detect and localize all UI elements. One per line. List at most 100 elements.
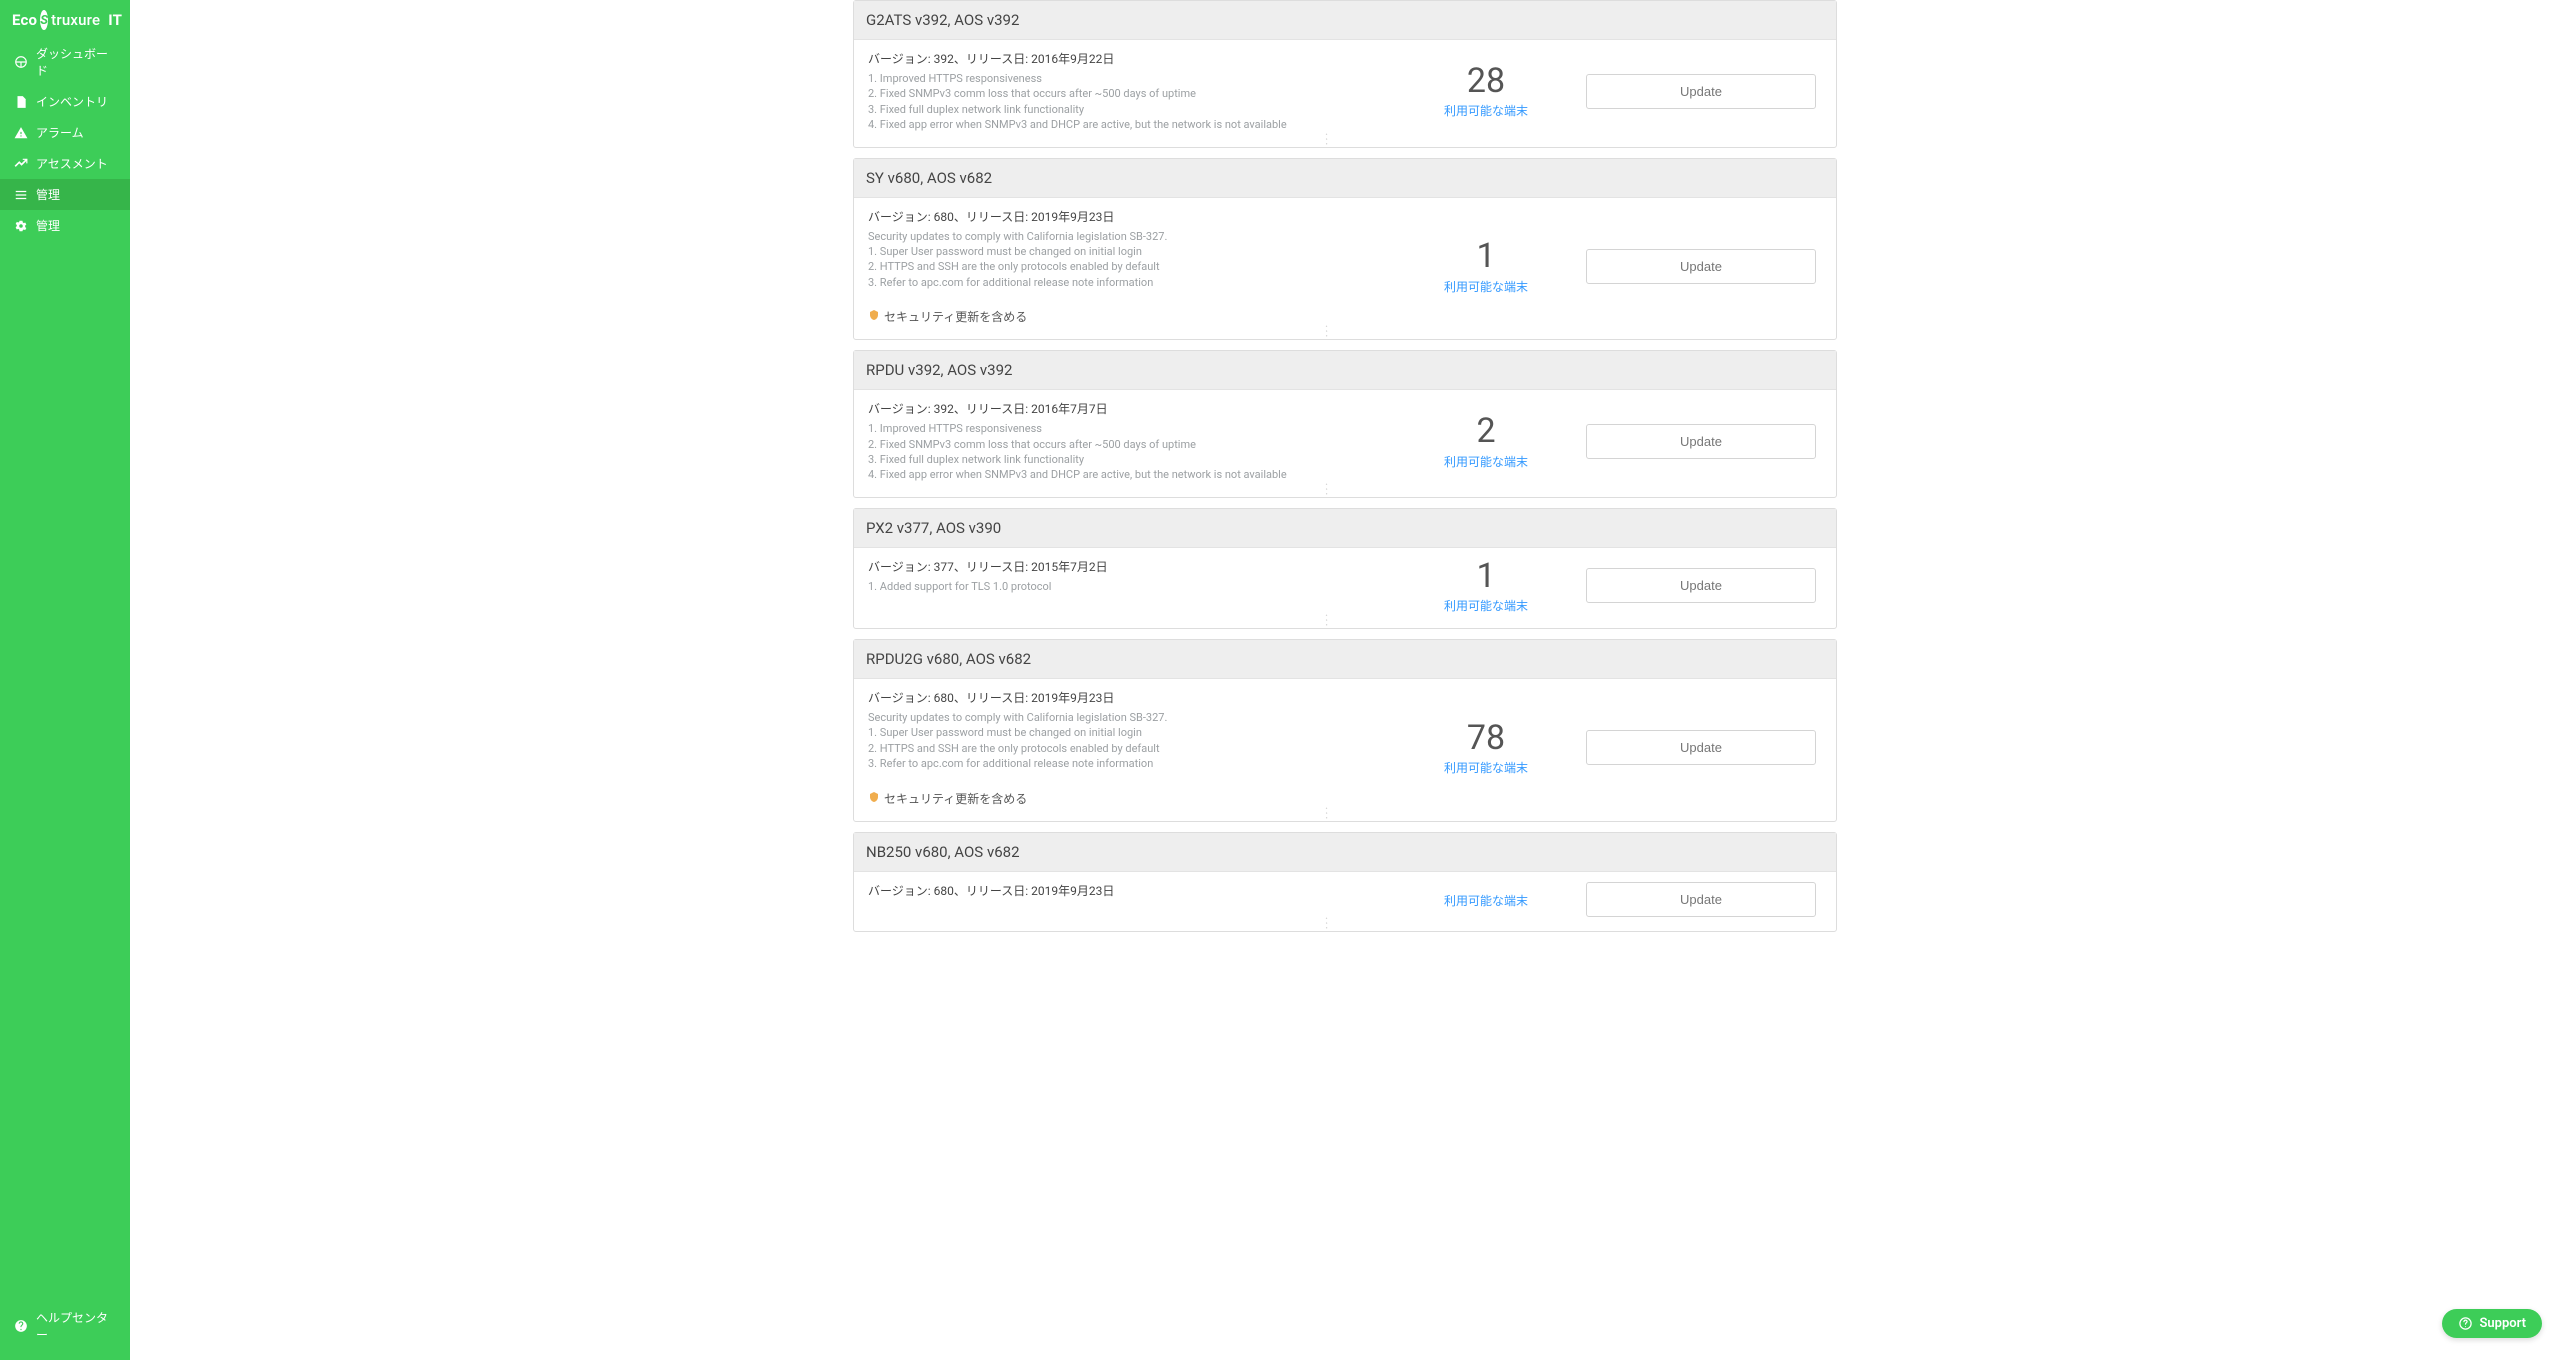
available-count-block: 78 利用可能な端末 <box>1406 689 1566 807</box>
sidebar: Eco S truxure IT ダッシュボード インベントリ アラーム アセス… <box>0 0 130 1360</box>
resize-handle-icon[interactable]: ⋰ <box>1320 324 1335 339</box>
security-label: セキュリティ更新を含める <box>884 308 1027 325</box>
version-line: バージョン: 377、リリース日: 2015年7月2日 <box>868 558 1406 575</box>
card-action: Update <box>1566 882 1816 917</box>
sidebar-label: ヘルプセンター <box>36 1309 116 1343</box>
sidebar-item-help[interactable]: ヘルプセンター <box>0 1302 130 1350</box>
card-body: バージョン: 680、リリース日: 2019年9月23日 Security upd… <box>854 679 1836 821</box>
resize-handle-icon[interactable]: ⋰ <box>1320 132 1335 147</box>
card-info: バージョン: 392、リリース日: 2016年7月7日 1. Improved H… <box>868 400 1406 483</box>
available-devices-link[interactable]: 利用可能な端末 <box>1406 102 1566 119</box>
version-line: バージョン: 680、リリース日: 2019年9月23日 <box>868 689 1406 706</box>
brand-part2: truxure <box>51 11 100 29</box>
available-count-block: 1 利用可能な端末 <box>1406 558 1566 614</box>
sidebar-item-dashboard[interactable]: ダッシュボード <box>0 38 130 86</box>
available-devices-link[interactable]: 利用可能な端末 <box>1406 278 1566 295</box>
brand-swirl-icon: S <box>40 10 48 30</box>
version-line: バージョン: 680、リリース日: 2019年9月23日 <box>868 208 1406 225</box>
firmware-card-list: G2ATS v392, AOS v392 バージョン: 392、リリース日: 20… <box>853 0 1837 932</box>
sidebar-item-inventory[interactable]: インベントリ <box>0 86 130 117</box>
sidebar-label: アセスメント <box>36 155 108 172</box>
alarm-icon <box>14 126 28 140</box>
card-info: バージョン: 680、リリース日: 2019年9月23日 <box>868 882 1406 917</box>
update-button[interactable]: Update <box>1586 568 1816 603</box>
release-notes: 1. Improved HTTPS responsiveness 2. Fixe… <box>868 71 1406 133</box>
firmware-card: G2ATS v392, AOS v392 バージョン: 392、リリース日: 20… <box>853 0 1837 148</box>
available-devices-link[interactable]: 利用可能な端末 <box>1406 453 1566 470</box>
available-devices-link[interactable]: 利用可能な端末 <box>1406 759 1566 776</box>
sidebar-item-assessment[interactable]: アセスメント <box>0 148 130 179</box>
update-button[interactable]: Update <box>1586 424 1816 459</box>
sidebar-label: インベントリ <box>36 93 108 110</box>
resize-handle-icon[interactable]: ⋰ <box>1320 916 1335 931</box>
firmware-card: SY v680, AOS v682 バージョン: 680、リリース日: 2019年… <box>853 158 1837 341</box>
sidebar-label: ダッシュボード <box>36 45 116 79</box>
update-button[interactable]: Update <box>1586 249 1816 284</box>
version-line: バージョン: 392、リリース日: 2016年9月22日 <box>868 50 1406 67</box>
card-title: PX2 v377, AOS v390 <box>854 509 1836 548</box>
brand-part1: Eco <box>12 11 37 29</box>
support-icon <box>2458 1316 2473 1331</box>
release-notes: 1. Added support for TLS 1.0 protocol <box>868 579 1406 594</box>
card-body: バージョン: 377、リリース日: 2015年7月2日 1. Added supp… <box>854 548 1836 628</box>
assessment-icon <box>14 157 28 171</box>
update-button[interactable]: Update <box>1586 882 1816 917</box>
update-button[interactable]: Update <box>1586 74 1816 109</box>
available-count-block: 1 利用可能な端末 <box>1406 208 1566 326</box>
available-count: 2 <box>1406 413 1566 450</box>
list-icon <box>14 188 28 202</box>
shield-icon <box>868 791 880 806</box>
resize-handle-icon[interactable]: ⋰ <box>1320 482 1335 497</box>
card-action: Update <box>1566 400 1816 483</box>
gear-icon <box>14 219 28 233</box>
firmware-card: RPDU2G v680, AOS v682バージョン: 680、リリース日: 2… <box>853 639 1837 822</box>
sidebar-item-admin1[interactable]: 管理 <box>0 179 130 210</box>
version-line: バージョン: 392、リリース日: 2016年7月7日 <box>868 400 1406 417</box>
main-content: G2ATS v392, AOS v392 バージョン: 392、リリース日: 20… <box>130 0 2560 1360</box>
resize-handle-icon[interactable]: ⋰ <box>1320 806 1335 821</box>
sidebar-item-alarm[interactable]: アラーム <box>0 117 130 148</box>
release-notes: 1. Improved HTTPS responsiveness 2. Fixe… <box>868 421 1406 483</box>
version-line: バージョン: 680、リリース日: 2019年9月23日 <box>868 882 1406 899</box>
available-count: 1 <box>1406 238 1566 275</box>
sidebar-item-admin2[interactable]: 管理 <box>0 210 130 241</box>
sidebar-nav: ダッシュボード インベントリ アラーム アセスメント 管理 管理 <box>0 38 130 1302</box>
security-label: セキュリティ更新を含める <box>884 790 1027 807</box>
sidebar-label: 管理 <box>36 217 60 234</box>
update-button[interactable]: Update <box>1586 730 1816 765</box>
card-body: バージョン: 392、リリース日: 2016年9月22日 1. Improved … <box>854 40 1836 147</box>
support-button[interactable]: Support <box>2442 1309 2542 1338</box>
card-title: NB250 v680, AOS v682 <box>854 833 1836 872</box>
security-tag: セキュリティ更新を含める <box>868 308 1406 325</box>
release-notes: Security updates to comply with Californ… <box>868 229 1406 291</box>
card-info: バージョン: 392、リリース日: 2016年9月22日 1. Improved … <box>868 50 1406 133</box>
sidebar-label: アラーム <box>36 124 84 141</box>
card-title: SY v680, AOS v682 <box>854 159 1836 198</box>
card-body: バージョン: 392、リリース日: 2016年7月7日 1. Improved H… <box>854 390 1836 497</box>
release-notes: Security updates to comply with Californ… <box>868 710 1406 772</box>
dashboard-icon <box>14 55 28 69</box>
firmware-card: RPDU v392, AOS v392 バージョン: 392、リリース日: 201… <box>853 350 1837 498</box>
brand-logo: Eco S truxure IT <box>0 0 130 38</box>
sidebar-bottom: ヘルプセンター <box>0 1302 130 1360</box>
card-info: バージョン: 680、リリース日: 2019年9月23日 Security upd… <box>868 208 1406 326</box>
available-count-block: 利用可能な端末 <box>1406 882 1566 917</box>
card-action: Update <box>1566 50 1816 133</box>
card-title: RPDU v392, AOS v392 <box>854 351 1836 390</box>
card-body: バージョン: 680、リリース日: 2019年9月23日 ⋰ 利用可能な端末 Upda… <box>854 872 1836 931</box>
available-count: 78 <box>1406 720 1566 757</box>
card-body: バージョン: 680、リリース日: 2019年9月23日 Security upd… <box>854 198 1836 340</box>
firmware-card: PX2 v377, AOS v390 バージョン: 377、リリース日: 2015… <box>853 508 1837 629</box>
available-devices-link[interactable]: 利用可能な端末 <box>1406 892 1566 909</box>
sidebar-label: 管理 <box>36 186 60 203</box>
card-title: G2ATS v392, AOS v392 <box>854 1 1836 40</box>
available-devices-link[interactable]: 利用可能な端末 <box>1406 597 1566 614</box>
help-icon <box>14 1319 28 1333</box>
available-count-block: 28利用可能な端末 <box>1406 50 1566 133</box>
card-action: Update <box>1566 208 1816 326</box>
available-count: 1 <box>1406 558 1566 595</box>
resize-handle-icon[interactable]: ⋰ <box>1320 613 1335 628</box>
card-info: バージョン: 377、リリース日: 2015年7月2日 1. Added supp… <box>868 558 1406 614</box>
support-label: Support <box>2479 1316 2526 1331</box>
card-action: Update <box>1566 689 1816 807</box>
